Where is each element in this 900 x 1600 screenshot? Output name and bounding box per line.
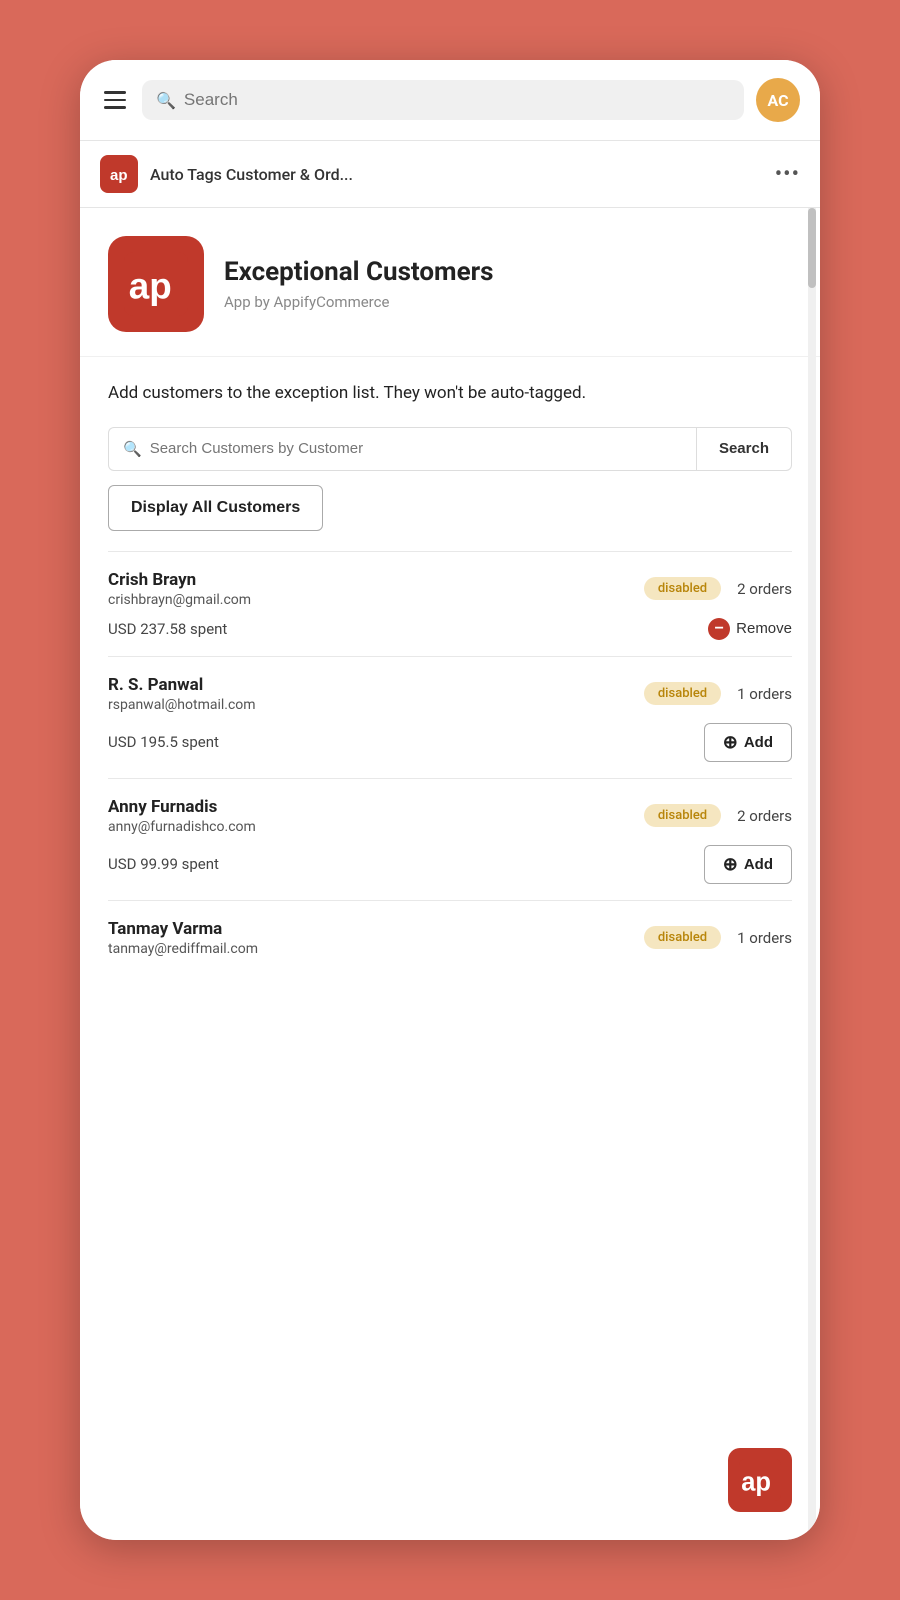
avatar[interactable]: AC	[756, 78, 800, 122]
customer-name: Tanmay Varma	[108, 919, 644, 939]
app-title: Exceptional Customers	[224, 257, 494, 288]
app-header-title: Auto Tags Customer & Ord...	[150, 165, 353, 184]
customer-name: R. S. Panwal	[108, 675, 644, 695]
add-icon: ⊕	[723, 854, 738, 875]
disabled-badge: disabled	[644, 926, 721, 949]
orders-count: 2 orders	[737, 580, 792, 598]
add-label: Add	[744, 856, 773, 873]
customer-item: Crish Brayn crishbrayn@gmail.com disable…	[108, 551, 792, 656]
customer-top-row: Crish Brayn crishbrayn@gmail.com disable…	[108, 570, 792, 608]
search-row: 🔍 Search	[108, 427, 792, 471]
customer-item: Tanmay Varma tanmay@rediffmail.com disab…	[108, 900, 792, 977]
bottom-logo-watermark: ap	[728, 1448, 792, 1512]
customer-info: Crish Brayn crishbrayn@gmail.com	[108, 570, 644, 608]
customer-search-input[interactable]	[150, 440, 682, 457]
scroll-indicator	[808, 208, 816, 1540]
add-button[interactable]: ⊕ Add	[704, 845, 792, 884]
customer-top-row: R. S. Panwal rspanwal@hotmail.com disabl…	[108, 675, 792, 713]
customer-item: Anny Furnadis anny@furnadishco.com disab…	[108, 778, 792, 900]
customer-meta: disabled 1 orders	[644, 926, 792, 949]
description-section: Add customers to the exception list. The…	[80, 357, 820, 427]
disabled-badge: disabled	[644, 804, 721, 827]
customer-info: R. S. Panwal rspanwal@hotmail.com	[108, 675, 644, 713]
customer-item: R. S. Panwal rspanwal@hotmail.com disabl…	[108, 656, 792, 778]
customer-meta: disabled 1 orders	[644, 682, 792, 705]
customer-info: Tanmay Varma tanmay@rediffmail.com	[108, 919, 644, 957]
customer-name: Anny Furnadis	[108, 797, 644, 817]
customer-bottom-row: USD 237.58 spent − Remove	[108, 618, 792, 640]
more-options-icon[interactable]: •••	[775, 162, 800, 187]
disabled-badge: disabled	[644, 577, 721, 600]
search-button[interactable]: Search	[696, 427, 792, 471]
global-search-input[interactable]	[184, 90, 730, 110]
orders-count: 1 orders	[737, 929, 792, 947]
remove-button[interactable]: − Remove	[708, 618, 792, 640]
hamburger-icon[interactable]	[100, 87, 130, 113]
customer-top-row: Anny Furnadis anny@furnadishco.com disab…	[108, 797, 792, 835]
remove-icon: −	[708, 618, 730, 640]
display-all-customers-button[interactable]: Display All Customers	[108, 485, 323, 531]
search-section: 🔍 Search Display All Customers	[80, 427, 820, 551]
customer-top-row: Tanmay Varma tanmay@rediffmail.com disab…	[108, 919, 792, 957]
description-text: Add customers to the exception list. The…	[108, 381, 792, 407]
orders-count: 2 orders	[737, 807, 792, 825]
phone-container: 🔍 AC ap Auto Tags Customer & Ord... •••	[80, 60, 820, 1540]
disabled-badge: disabled	[644, 682, 721, 705]
customer-email: tanmay@rediffmail.com	[108, 941, 644, 957]
global-search-bar[interactable]: 🔍	[142, 80, 744, 120]
svg-text:ap: ap	[741, 1469, 771, 1497]
main-content: ap Exceptional Customers App by AppifyCo…	[80, 208, 820, 1540]
svg-text:ap: ap	[129, 265, 172, 306]
scroll-thumb	[808, 208, 816, 288]
amount-spent: USD 195.5 spent	[108, 733, 219, 751]
customer-email: rspanwal@hotmail.com	[108, 697, 644, 713]
branding-text: Exceptional Customers App by AppifyComme…	[224, 257, 494, 310]
customer-info: Anny Furnadis anny@furnadishco.com	[108, 797, 644, 835]
app-logo-large: ap	[108, 236, 204, 332]
amount-spent: USD 99.99 spent	[108, 855, 219, 873]
svg-text:ap: ap	[110, 167, 128, 184]
app-icon-small: ap	[100, 155, 138, 193]
add-label: Add	[744, 734, 773, 751]
add-button[interactable]: ⊕ Add	[704, 723, 792, 762]
remove-label: Remove	[736, 620, 792, 637]
customer-email: crishbrayn@gmail.com	[108, 592, 644, 608]
app-header-row: ap Auto Tags Customer & Ord... •••	[80, 141, 820, 208]
customer-bottom-row: USD 99.99 spent ⊕ Add	[108, 845, 792, 884]
branding-section: ap Exceptional Customers App by AppifyCo…	[80, 208, 820, 357]
amount-spent: USD 237.58 spent	[108, 620, 227, 638]
search-magnifier-icon: 🔍	[123, 440, 142, 458]
customer-meta: disabled 2 orders	[644, 804, 792, 827]
top-bar: 🔍 AC	[80, 60, 820, 141]
search-bar-icon: 🔍	[156, 91, 176, 110]
app-header-left: ap Auto Tags Customer & Ord...	[100, 155, 353, 193]
customer-email: anny@furnadishco.com	[108, 819, 644, 835]
app-subtitle: App by AppifyCommerce	[224, 293, 494, 311]
customer-list: Crish Brayn crishbrayn@gmail.com disable…	[80, 551, 820, 977]
add-icon: ⊕	[723, 732, 738, 753]
customer-name: Crish Brayn	[108, 570, 644, 590]
customer-search-field[interactable]: 🔍	[108, 427, 696, 471]
orders-count: 1 orders	[737, 685, 792, 703]
customer-meta: disabled 2 orders	[644, 577, 792, 600]
customer-bottom-row: USD 195.5 spent ⊕ Add	[108, 723, 792, 762]
